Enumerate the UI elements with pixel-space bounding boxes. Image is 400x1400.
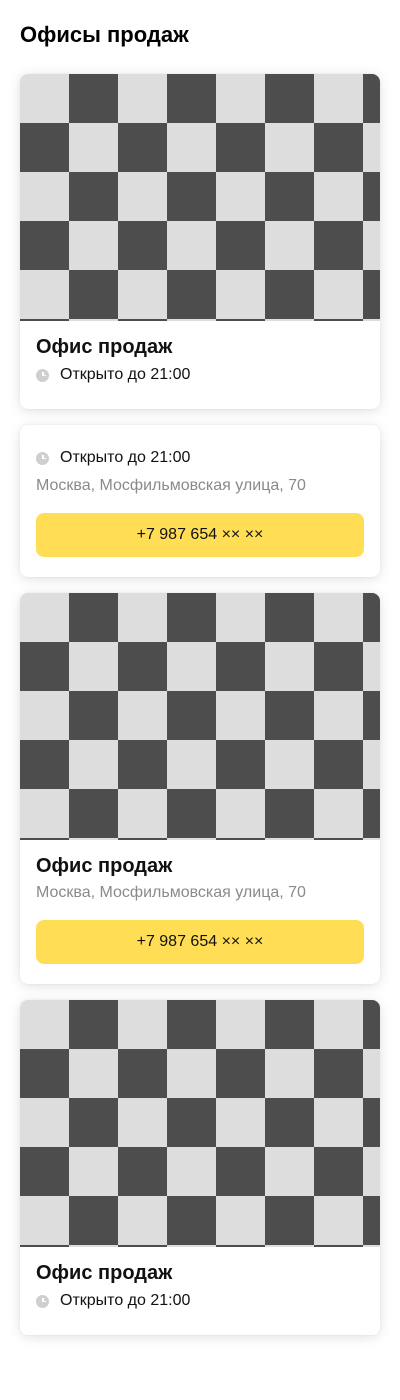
- phone-button[interactable]: +7 987 654 ×× ××: [36, 920, 364, 964]
- office-title: Офис продаж: [36, 1262, 173, 1284]
- office-status: Открыто до 21:00: [36, 447, 190, 469]
- office-card[interactable]: Офис продаж Москва, Мосфильмовская улица…: [20, 593, 380, 984]
- status-text: Открыто до 21:00: [60, 366, 191, 383]
- office-photo: [20, 593, 380, 840]
- phone-button[interactable]: +7 987 654 ×× ××: [36, 513, 364, 557]
- office-address: Москва, Мосфильмовская улица, 70: [36, 884, 306, 901]
- office-title: Офис продаж: [36, 336, 173, 358]
- clock-icon: [36, 1294, 49, 1308]
- office-card[interactable]: Офис продаж Открыто до 21:00: [20, 74, 380, 409]
- office-address: Москва, Мосфильмовская улица, 70: [36, 477, 306, 494]
- office-status: Открыто до 21:00: [36, 364, 190, 386]
- page-title: Офисы продаж: [20, 22, 189, 47]
- clock-icon: [36, 451, 49, 465]
- status-text: Открыто до 21:00: [60, 449, 191, 466]
- office-card: Открыто до 21:00 Москва, Мосфильмовская …: [20, 425, 380, 577]
- office-photo: [20, 74, 380, 321]
- status-text: Открыто до 21:00: [60, 1292, 191, 1309]
- office-title: Офис продаж: [36, 855, 173, 877]
- clock-icon: [36, 368, 49, 382]
- office-card[interactable]: Офис продаж Открыто до 21:00: [20, 1000, 380, 1335]
- office-photo: [20, 1000, 380, 1247]
- offices-page: Офисы продаж Офис продаж Открыто до 21:0…: [0, 0, 400, 1400]
- office-status: Открыто до 21:00: [36, 1290, 190, 1312]
